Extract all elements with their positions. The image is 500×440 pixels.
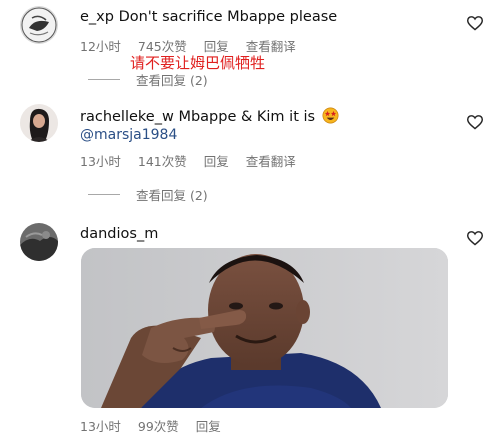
timestamp: 13小时: [80, 154, 121, 169]
heart-outline-icon[interactable]: [466, 15, 484, 31]
comment-text: Don't sacrifice Mbappe please: [118, 9, 338, 25]
like-count[interactable]: 141次赞: [138, 154, 187, 169]
timestamp: 12小时: [80, 39, 121, 54]
avatar[interactable]: [20, 223, 58, 261]
view-replies-label: 查看回复 (2): [136, 73, 208, 88]
mention-link[interactable]: @marsja1984: [80, 127, 177, 143]
view-replies-button[interactable]: 查看回复 (2): [88, 70, 208, 89]
username[interactable]: rachelleke_w: [80, 109, 174, 125]
comment-meta: 13小时 141次赞 回复 查看翻译: [80, 151, 309, 170]
timestamp: 13小时: [80, 419, 121, 434]
like-count[interactable]: 99次赞: [138, 419, 179, 434]
view-replies-label: 查看回复 (2): [136, 188, 208, 203]
comment-body: rachelleke_w Mbappe & Kim it is: [80, 107, 339, 125]
comment-body: dandios_m: [80, 226, 158, 242]
comment-image[interactable]: [81, 248, 448, 408]
see-translation-button[interactable]: 查看翻译: [246, 154, 296, 169]
reply-button[interactable]: 回复: [196, 419, 221, 434]
avatar[interactable]: [20, 104, 58, 142]
reply-button[interactable]: 回复: [204, 154, 229, 169]
divider: [88, 194, 120, 195]
view-replies-button[interactable]: 查看回复 (2): [88, 185, 208, 204]
avatar[interactable]: [20, 6, 58, 44]
comment-body: e_xp Don't sacrifice Mbappe please: [80, 9, 337, 25]
heart-outline-icon[interactable]: [466, 114, 484, 130]
comment-meta: 13小时 99次赞 回复: [80, 416, 234, 435]
heart-outline-icon[interactable]: [466, 230, 484, 246]
divider: [88, 79, 120, 80]
username[interactable]: dandios_m: [80, 226, 158, 242]
comment-text: Mbappe & Kim it is: [178, 109, 316, 125]
username[interactable]: e_xp: [80, 9, 114, 25]
star-struck-emoji: [322, 107, 339, 124]
